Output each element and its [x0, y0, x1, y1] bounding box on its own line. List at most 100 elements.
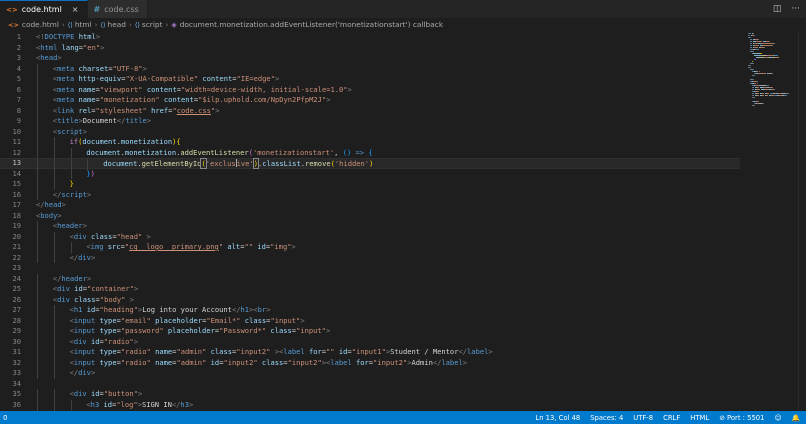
code-line[interactable]: 12 document.monetization.addEventListener…: [0, 147, 740, 159]
indentation[interactable]: Spaces: 4: [590, 414, 623, 422]
line-number[interactable]: 32: [0, 358, 21, 369]
line-number[interactable]: 17: [0, 200, 21, 211]
more-actions-icon[interactable]: ···: [791, 4, 800, 14]
breadcrumb-script[interactable]: script: [142, 20, 163, 29]
line-number[interactable]: 24: [0, 274, 21, 285]
code-line[interactable]: 9 <title>Document</title>: [0, 116, 740, 127]
code-line[interactable]: 13 document.getElementById('exclusive').c…: [0, 158, 740, 170]
tab-code-css[interactable]: # code.css: [87, 0, 148, 18]
code-line[interactable]: 36 <h3 id="log">SIGN IN</h3>: [0, 399, 740, 411]
line-number[interactable]: 29: [0, 326, 21, 337]
code-line[interactable]: 2 <html lang="en">: [0, 43, 740, 54]
line-number[interactable]: 8: [0, 106, 21, 117]
line-number[interactable]: 9: [0, 116, 21, 127]
line-number[interactable]: 14: [0, 169, 21, 180]
line-number[interactable]: 34: [0, 379, 21, 390]
code-line[interactable]: 14}): [0, 168, 740, 180]
line-number[interactable]: 13: [0, 158, 21, 168]
line-number[interactable]: 18: [0, 211, 21, 222]
split-editor-icon[interactable]: ◫: [773, 4, 782, 14]
breadcrumb-html[interactable]: html: [75, 20, 92, 29]
line-number[interactable]: 26: [0, 295, 21, 306]
breadcrumb-head[interactable]: head: [108, 20, 126, 29]
line-number[interactable]: 5: [0, 74, 21, 85]
code-line[interactable]: 1 <!DOCTYPE html>: [0, 32, 740, 43]
line-number[interactable]: 25: [0, 284, 21, 295]
minimap[interactable]: [748, 31, 798, 411]
line-number[interactable]: 7: [0, 95, 21, 106]
code-line[interactable]: 27 <h1 id="heading">Log into your Account…: [0, 305, 740, 316]
cursor-position[interactable]: Ln 13, Col 48: [535, 414, 580, 422]
line-number[interactable]: 21: [0, 242, 21, 253]
line-number[interactable]: 36: [0, 400, 21, 411]
line-number[interactable]: 33: [0, 368, 21, 379]
line-number[interactable]: 6: [0, 85, 21, 96]
line-number[interactable]: 23: [0, 263, 21, 274]
code-line[interactable]: 11 if(document.monetization){: [0, 137, 740, 148]
tab-code-html[interactable]: <> code.html ×: [0, 0, 88, 18]
code-token: content: [202, 74, 233, 83]
code-line[interactable]: 18 <body>: [0, 211, 740, 222]
code-line[interactable]: 8 <link rel="stylesheet" href="code.css">: [0, 105, 740, 117]
bell-icon[interactable]: 🔔: [792, 414, 800, 422]
code-line[interactable]: 16 </script>: [0, 189, 740, 201]
line-number[interactable]: 4: [0, 64, 21, 75]
feedback-icon[interactable]: ☺: [774, 414, 781, 422]
line-number[interactable]: 20: [0, 232, 21, 243]
encoding[interactable]: UTF-8: [633, 414, 653, 422]
code-line[interactable]: 25 <div id="container">: [0, 284, 740, 295]
code-line[interactable]: 23: [0, 263, 740, 274]
code-line[interactable]: 3 <head>: [0, 53, 740, 64]
vertical-scrollbar[interactable]: [798, 31, 806, 411]
code-token: type: [99, 326, 117, 335]
code-line[interactable]: 15}: [0, 179, 740, 190]
code-line[interactable]: 4 <meta charset="UTF-8">: [0, 63, 740, 75]
code-line[interactable]: 20 <div class="head" >: [0, 231, 740, 243]
code-token: meta: [57, 74, 75, 83]
code-line[interactable]: 26 <div class="body" >: [0, 294, 740, 306]
code-line[interactable]: 35 <div id="button">: [0, 389, 740, 400]
line-number[interactable]: 16: [0, 190, 21, 201]
code-token: >: [215, 105, 220, 115]
close-icon[interactable]: ×: [72, 5, 79, 14]
line-number[interactable]: 2: [0, 43, 21, 54]
line-number[interactable]: 22: [0, 253, 21, 264]
code-line[interactable]: 10 <script>: [0, 126, 740, 138]
problems-count[interactable]: 0: [1, 414, 7, 422]
code-line[interactable]: 24 </header>: [0, 273, 740, 285]
code-line[interactable]: 32 <input type="radio" name="admin" id="i…: [0, 357, 740, 369]
code-line[interactable]: 28 <input type="email" placeholder="Email…: [0, 315, 740, 327]
line-number[interactable]: 35: [0, 389, 21, 400]
code-line[interactable]: 19 <header>: [0, 221, 740, 232]
code-line[interactable]: 22 </div>: [0, 252, 740, 264]
code-line[interactable]: 29 <input type="password" placeholder="Pa…: [0, 326, 740, 337]
live-server-port[interactable]: ⊘ Port : 5501: [719, 414, 764, 422]
code-line[interactable]: 5 <meta http-equiv="X-UA-Compatible" cont…: [0, 74, 740, 85]
code-line[interactable]: 21 <img src="cq__logo__primary.png" alt="…: [0, 242, 740, 253]
breadcrumb-callback[interactable]: document.monetization.addEventListener('…: [180, 20, 443, 29]
language-mode[interactable]: HTML: [690, 414, 709, 422]
indent-guide: [37, 95, 38, 106]
line-number[interactable]: 28: [0, 316, 21, 327]
code-line[interactable]: 7 <meta name="monetization" content="$ilp…: [0, 95, 740, 106]
code-line[interactable]: 30 <div id="radio">: [0, 336, 740, 348]
line-number[interactable]: 30: [0, 337, 21, 348]
code-editor[interactable]: 1 <!DOCTYPE html> 2 <html lang="en"> 3 <head>…: [0, 31, 806, 411]
line-number[interactable]: 31: [0, 347, 21, 358]
line-number[interactable]: 11: [0, 137, 21, 148]
line-number[interactable]: 1: [0, 32, 21, 43]
line-ending[interactable]: CRLF: [663, 414, 680, 422]
line-number[interactable]: 15: [0, 179, 21, 190]
line-number[interactable]: 3: [0, 53, 21, 64]
line-number[interactable]: 27: [0, 305, 21, 316]
indent-guide: [37, 242, 38, 253]
code-line[interactable]: 31 <input type="radio" name="admin" class…: [0, 347, 740, 358]
code-line[interactable]: 6 <meta name="viewport" content="width=de…: [0, 84, 740, 96]
code-line[interactable]: 33 </div>: [0, 368, 740, 379]
code-line[interactable]: 17 </head>: [0, 200, 740, 211]
breadcrumb-file[interactable]: code.html: [22, 20, 59, 29]
code-line[interactable]: 34: [0, 379, 740, 390]
line-number[interactable]: 19: [0, 221, 21, 232]
line-number[interactable]: 12: [0, 148, 21, 159]
line-number[interactable]: 10: [0, 127, 21, 138]
